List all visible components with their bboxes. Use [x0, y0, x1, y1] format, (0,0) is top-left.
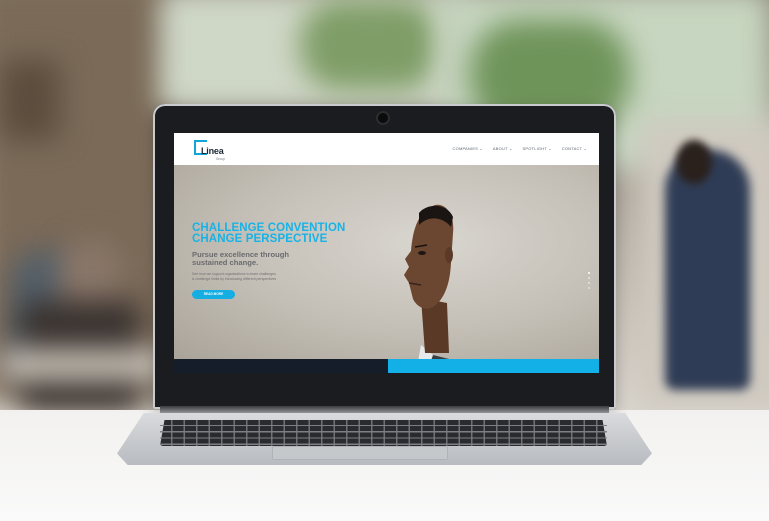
site-logo[interactable]: Linea Group	[194, 140, 234, 161]
nav-contact[interactable]: CONTACT ⌄	[562, 146, 587, 151]
hero-subtitle: Pursue excellence through sustained chan…	[192, 251, 289, 267]
logo-name: Linea	[201, 146, 224, 156]
slider-dot-1[interactable]	[588, 272, 590, 274]
slider-dot-4[interactable]	[588, 287, 590, 289]
nav-companies[interactable]: COMPANIES ⌄	[453, 146, 483, 151]
laptop-screen: Linea Group COMPANIES ⌄ ABOUT ⌄ SPOTLIGH…	[174, 133, 599, 373]
laptop-touchpad	[272, 446, 448, 460]
hero-title: CHALLENGE CONVENTION CHANGE PERSPECTIVE	[192, 222, 345, 245]
webcam-icon	[378, 113, 388, 123]
hero-description-line-2: & challenge limits by introducing differ…	[192, 276, 277, 281]
footer-bar-blue	[388, 359, 599, 373]
nav-spotlight[interactable]: SPOTLIGHT ⌄	[523, 146, 552, 151]
laptop-hinge	[160, 406, 609, 414]
slider-dot-3[interactable]	[588, 282, 590, 284]
hero-description: See how we support organisations to lear…	[192, 272, 332, 281]
nav-about[interactable]: ABOUT ⌄	[493, 146, 513, 151]
footer-bar-navy	[174, 359, 388, 373]
read-more-button[interactable]: READ MORE	[192, 290, 235, 299]
keyboard-rows	[160, 420, 607, 446]
slider-dots	[588, 272, 590, 289]
hero-portrait-image	[404, 204, 465, 373]
slider-dot-2[interactable]	[588, 277, 590, 279]
hero-title-line-2: CHANGE PERSPECTIVE	[192, 233, 328, 245]
site-header: Linea Group COMPANIES ⌄ ABOUT ⌄ SPOTLIGH…	[174, 133, 599, 165]
main-nav: COMPANIES ⌄ ABOUT ⌄ SPOTLIGHT ⌄ CONTACT …	[453, 146, 587, 151]
hero-subtitle-line-2: sustained change.	[192, 258, 259, 267]
logo-subtitle: Group	[216, 157, 225, 161]
hero-banner: CHALLENGE CONVENTION CHANGE PERSPECTIVE …	[174, 165, 599, 373]
